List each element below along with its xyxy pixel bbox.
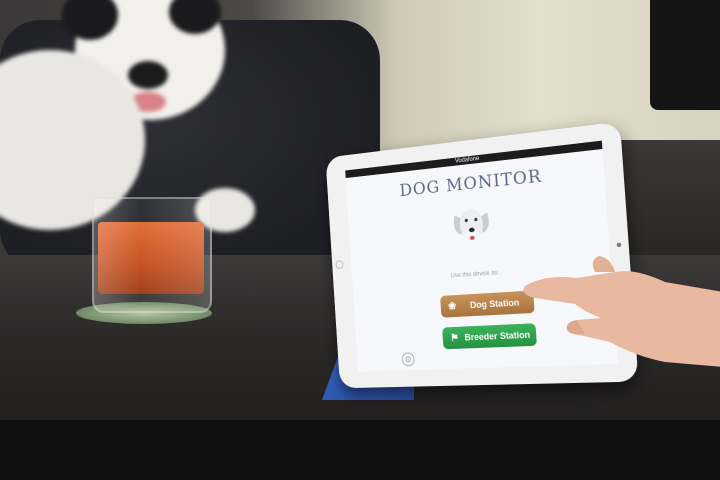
hand: [515, 238, 720, 368]
photo-scene: Vodafone DOG MONITOR Use this device as:…: [0, 0, 720, 480]
table-edge: [0, 420, 720, 480]
gear-icon[interactable]: ⚙: [401, 352, 415, 366]
dog-logo-icon: [446, 198, 497, 252]
candle-glass: [92, 197, 212, 313]
speaker: [650, 0, 720, 110]
home-button[interactable]: [335, 260, 343, 269]
